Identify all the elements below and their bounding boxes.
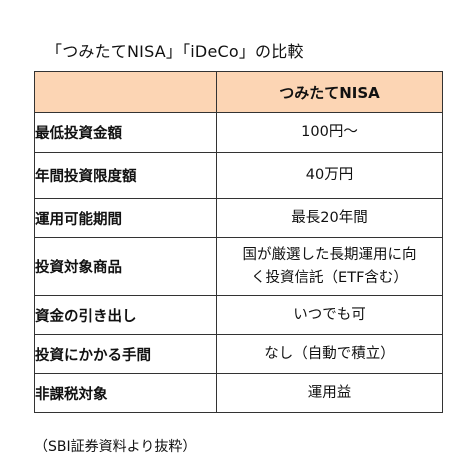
- row-label: 運用可能期間: [34, 198, 217, 238]
- header-cell-product: つみたてNISA: [216, 71, 443, 113]
- table-row: 年間投資限度額 40万円: [34, 152, 443, 199]
- header-cell-empty: [34, 71, 217, 113]
- source-note: （SBI証券資料より抜粋）: [34, 439, 197, 455]
- row-value: いつでも可: [216, 295, 443, 335]
- table-row: 最低投資金額 100円～: [34, 112, 443, 153]
- row-value: 100円～: [216, 112, 443, 153]
- table-row: 非課税対象 運用益: [34, 373, 443, 413]
- row-value: なし（自動で積立）: [216, 334, 443, 374]
- row-label: 投資にかかる手間: [34, 334, 217, 374]
- row-value: 国が厳選した長期運用に向 く投資信託（ETF含む）: [216, 237, 443, 296]
- row-value: 40万円: [216, 152, 443, 199]
- row-label: 最低投資金額: [34, 112, 217, 153]
- row-value-line: 国が厳選した長期運用に向: [242, 246, 417, 263]
- table-row: 運用可能期間 最長20年間: [34, 198, 443, 238]
- row-value: 最長20年間: [216, 198, 443, 238]
- row-label: 投資対象商品: [34, 237, 217, 296]
- table-header-row: つみたてNISA: [34, 71, 443, 113]
- table-row: 資金の引き出し いつでも可: [34, 295, 443, 335]
- row-label: 非課税対象: [34, 373, 217, 413]
- row-value-line: く投資信託（ETF含む）: [251, 269, 408, 286]
- page-title: 「つみたてNISA」「iDeCo」の比較: [46, 42, 304, 61]
- row-label: 資金の引き出し: [34, 295, 217, 335]
- table-row: 投資対象商品 国が厳選した長期運用に向 く投資信託（ETF含む）: [34, 237, 443, 296]
- table-row: 投資にかかる手間 なし（自動で積立）: [34, 334, 443, 374]
- row-label: 年間投資限度額: [34, 152, 217, 199]
- comparison-table: つみたてNISA 最低投資金額 100円～ 年間投資限度額 40万円 運用可能期…: [34, 71, 443, 413]
- row-value: 運用益: [216, 373, 443, 413]
